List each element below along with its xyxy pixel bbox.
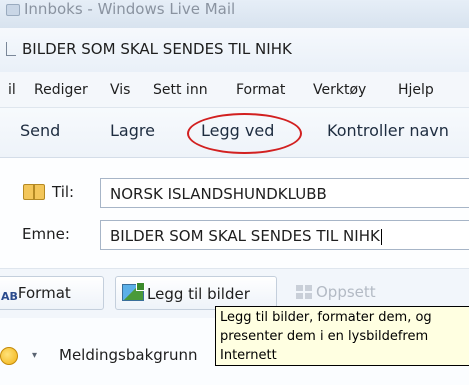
menu-help[interactable]: Hjelp (398, 82, 434, 98)
red-highlight-ellipse (187, 113, 302, 154)
to-field[interactable]: NORSK ISLANDSHUNDKLUBB (100, 178, 469, 208)
compose-window-title: BILDER SOM SKAL SENDES TIL NIHK (22, 40, 292, 58)
add-photos-tooltip: Legg til bilder, formater dem, og presen… (215, 306, 469, 366)
menu-format[interactable]: Format (236, 82, 285, 98)
subject-field[interactable]: BILDER SOM SKAL SENDES TIL NIHK (100, 220, 469, 250)
menu-edit[interactable]: Rediger (34, 82, 88, 98)
to-label[interactable]: Til: (52, 183, 74, 201)
format-icon: AB (1, 290, 18, 303)
subject-text: BILDER SOM SKAL SENDES TIL NIHK (110, 227, 380, 245)
tooltip-line-2: presenter dem i en lysbildefrem (220, 329, 429, 344)
chevron-down-icon[interactable]: ▾ (32, 350, 37, 361)
add-photos-label: Legg til bilder (147, 285, 250, 303)
add-photos-icon (122, 282, 145, 301)
tooltip-line-3: Internett (220, 348, 277, 363)
message-background-button[interactable]: Meldingsbakgrunn (59, 346, 197, 364)
save-button[interactable]: Lagre (110, 121, 155, 140)
tooltip-line-1: Legg til bilder, formater dem, og (220, 310, 432, 325)
layout-button[interactable]: Oppsett (296, 283, 376, 301)
background-window-title: Innboks - Windows Live Mail (24, 0, 236, 18)
send-button[interactable]: Send (20, 121, 60, 140)
subject-label: Emne: (22, 225, 70, 243)
format-label: Format (17, 284, 71, 302)
emoticon-icon[interactable] (0, 347, 18, 365)
message-header (0, 158, 469, 268)
menu-file[interactable]: il (8, 82, 16, 98)
layout-grid-icon (296, 285, 312, 299)
menu-insert[interactable]: Sett inn (153, 82, 208, 98)
check-names-button[interactable]: Kontroller navn (327, 121, 449, 140)
mail-app-icon (6, 4, 20, 16)
add-photos-button[interactable]: Legg til bilder (115, 276, 277, 310)
menu-tools[interactable]: Verktøy (313, 82, 366, 98)
message-icon (6, 42, 16, 56)
text-caret (380, 228, 382, 245)
address-book-icon[interactable] (23, 184, 45, 200)
layout-label: Oppsett (316, 283, 376, 301)
format-button[interactable]: ABFormat (0, 276, 104, 310)
menu-view[interactable]: Vis (110, 82, 130, 98)
